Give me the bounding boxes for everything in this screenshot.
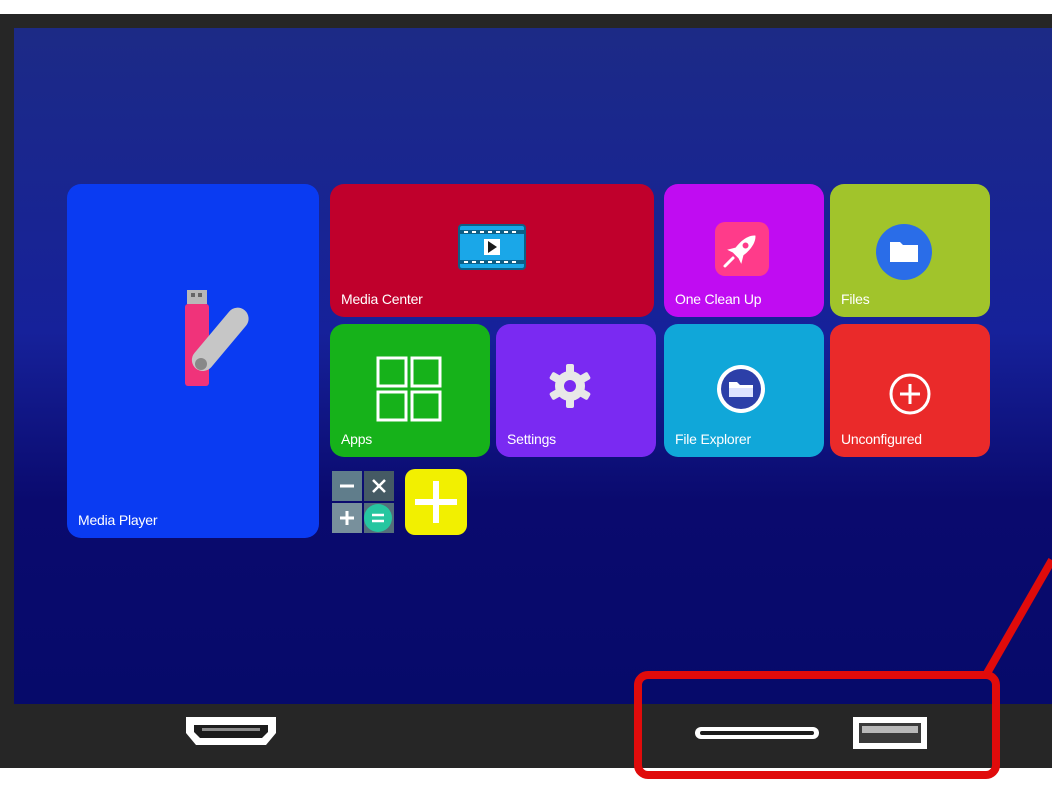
add-icon xyxy=(405,481,467,539)
tile-label: File Explorer xyxy=(675,431,751,447)
tile-media-player[interactable]: Media Player xyxy=(67,184,319,538)
usb-drive-icon xyxy=(167,280,267,390)
tile-one-clean-up[interactable]: One Clean Up xyxy=(664,184,824,317)
hdmi-port xyxy=(184,715,278,747)
tile-file-explorer[interactable]: File Explorer xyxy=(664,324,824,457)
tile-label: Media Center xyxy=(341,291,423,307)
tile-label: Settings xyxy=(507,431,556,447)
tile-media-center[interactable]: Media Center xyxy=(330,184,654,317)
callout-highlight-box xyxy=(634,671,1000,779)
grid-icon xyxy=(374,354,444,424)
calculator-icon xyxy=(332,471,396,539)
tile-label: Unconfigured xyxy=(841,431,922,447)
tv-home-screen: Media Player Media Center One Clean Up F… xyxy=(14,28,1052,704)
folder-circle-icon xyxy=(714,362,768,416)
tile-label: Files xyxy=(841,291,870,307)
plus-circle-icon xyxy=(888,372,932,416)
tile-label: Apps xyxy=(341,431,373,447)
calculator-app[interactable] xyxy=(332,471,396,535)
folder-icon xyxy=(872,220,936,284)
tile-label: One Clean Up xyxy=(675,291,762,307)
tile-apps[interactable]: Apps xyxy=(330,324,490,457)
rocket-icon xyxy=(711,220,773,280)
tile-settings[interactable]: Settings xyxy=(496,324,656,457)
tile-unconfigured[interactable]: Unconfigured xyxy=(830,324,990,457)
film-play-icon xyxy=(458,224,526,270)
add-app-button[interactable] xyxy=(405,469,467,535)
tile-label: Media Player xyxy=(78,512,158,528)
tile-files[interactable]: Files xyxy=(830,184,990,317)
gear-icon xyxy=(546,362,594,410)
